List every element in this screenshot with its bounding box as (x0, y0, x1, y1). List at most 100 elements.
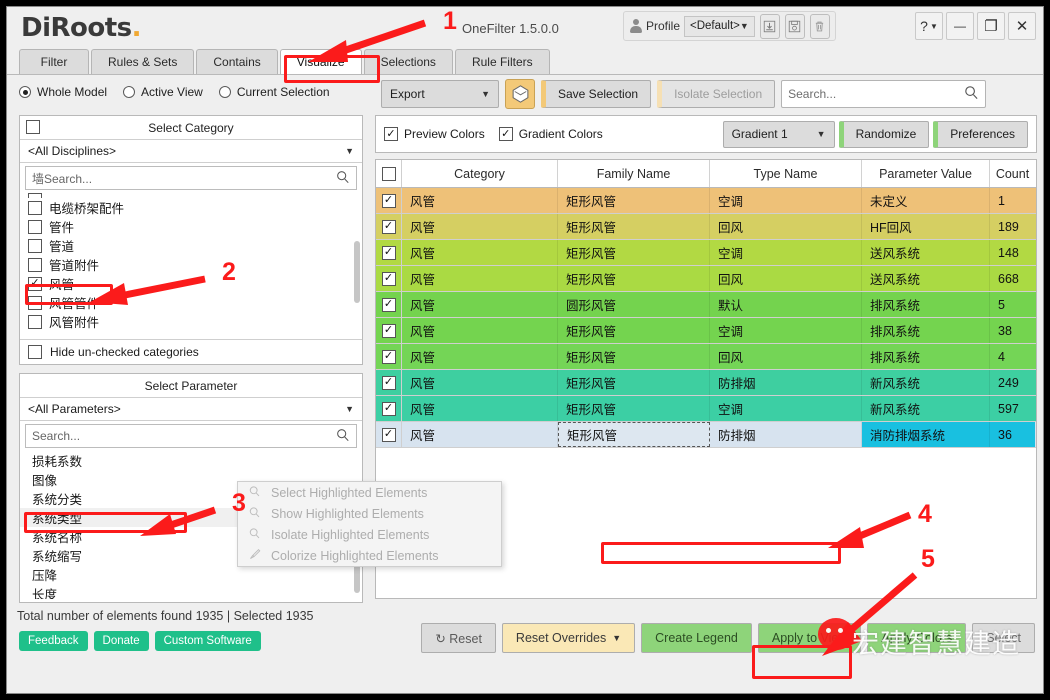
table-row[interactable]: ✓ 风管 矩形风管 回风 排风系统 4 (376, 344, 1036, 370)
table-header-type-name[interactable]: Type Name (710, 160, 862, 187)
tab-filter[interactable]: Filter (19, 49, 89, 74)
row-checkbox[interactable]: ✓ (382, 428, 396, 442)
radio-current-selection[interactable]: Current Selection (219, 85, 330, 99)
table-header-family-name[interactable]: Family Name (558, 160, 710, 187)
minimize-button[interactable]: — (946, 12, 974, 40)
search-input[interactable]: Search... (781, 80, 986, 108)
help-button[interactable]: ?▼ (915, 12, 943, 40)
menu-item-colorize-highlighted[interactable]: Colorize Highlighted Elements (238, 545, 501, 566)
table-row[interactable]: ✓ 风管 矩形风管 回风 HF回风 189 (376, 214, 1036, 240)
category-checkbox[interactable]: ✓ (28, 277, 42, 291)
row-checkbox-cell: ✓ (376, 318, 402, 343)
menu-item-isolate-highlighted[interactable]: Isolate Highlighted Elements (238, 524, 501, 545)
preferences-button[interactable]: Preferences (933, 121, 1028, 148)
search-icon (336, 428, 350, 445)
table-header-category[interactable]: Category (402, 160, 558, 187)
reset-overrides-button[interactable]: Reset Overrides▼ (502, 623, 635, 653)
select-all-rows-checkbox[interactable] (382, 167, 396, 181)
category-checkbox[interactable] (28, 239, 42, 253)
randomize-button[interactable]: Randomize (839, 121, 930, 148)
category-search-input[interactable]: 墙Search... (25, 166, 357, 190)
menu-item-select-highlighted[interactable]: Select Highlighted Elements (238, 482, 501, 503)
row-checkbox[interactable]: ✓ (382, 402, 396, 416)
feedback-button[interactable]: Feedback (19, 631, 88, 651)
table-row[interactable]: ✓ 风管 矩形风管 回风 送风系统 668 (376, 266, 1036, 292)
preview-colors-checkbox[interactable]: ✓ (384, 127, 398, 141)
category-checkbox[interactable] (28, 315, 42, 329)
discipline-dropdown[interactable]: <All Disciplines> ▼ (20, 140, 362, 163)
restore-button[interactable]: ❐ (977, 12, 1005, 40)
table-row[interactable]: ✓ 风管 矩形风管 空调 送风系统 148 (376, 240, 1036, 266)
table-header-parameter-value[interactable]: Parameter Value (862, 160, 990, 187)
save-profile-icon[interactable] (785, 14, 805, 39)
hide-unchecked-row[interactable]: Hide un-checked categories (20, 339, 362, 363)
category-list-item[interactable]: 管道 (20, 236, 362, 255)
table-row[interactable]: ✓ 风管 圆形风管 默认 排风系统 5 (376, 292, 1036, 318)
category-list-item[interactable]: 风管管件 (20, 293, 362, 312)
tab-rule-filters[interactable]: Rule Filters (455, 49, 550, 74)
annotation-number-1: 1 (443, 7, 457, 36)
select-all-categories-checkbox[interactable] (26, 120, 40, 134)
reset-button[interactable]: ↻ Reset (421, 623, 496, 653)
donate-button[interactable]: Donate (94, 631, 149, 651)
parameter-list-item[interactable]: 损耗系数 (20, 451, 362, 470)
close-button[interactable]: ✕ (1008, 12, 1036, 40)
row-checkbox[interactable]: ✓ (382, 272, 396, 286)
save-selection-button[interactable]: Save Selection (541, 80, 651, 108)
table-row[interactable]: ✓ 风管 矩形风管 空调 未定义 1 (376, 188, 1036, 214)
row-checkbox[interactable]: ✓ (382, 194, 396, 208)
tab-rules-sets[interactable]: Rules & Sets (91, 49, 194, 74)
category-list-item[interactable]: 管件 (20, 217, 362, 236)
custom-software-button[interactable]: Custom Software (155, 631, 261, 651)
tab-contains[interactable]: Contains (196, 49, 277, 74)
parameter-search-input[interactable]: Search... (25, 424, 357, 448)
row-checkbox[interactable]: ✓ (382, 376, 396, 390)
radio-whole-model[interactable]: Whole Model (19, 85, 107, 99)
radio-icon (19, 86, 31, 98)
create-legend-button[interactable]: Create Legend (641, 623, 752, 653)
gradient-dropdown[interactable]: Gradient 1 ▼ (723, 121, 835, 148)
hide-unchecked-checkbox[interactable] (28, 345, 42, 359)
parameter-list-item[interactable]: 压降 (20, 565, 362, 584)
table-row[interactable]: ✓ 风管 矩形风管 防排烟 新风系统 249 (376, 370, 1036, 396)
parameter-list-item[interactable]: 长度 (20, 584, 362, 599)
row-checkbox[interactable]: ✓ (382, 324, 396, 338)
row-family: 矩形风管 (558, 370, 710, 395)
preview-colors-toggle[interactable]: ✓ Preview Colors (384, 127, 485, 141)
row-count: 668 (990, 266, 1035, 291)
category-checkbox[interactable] (28, 201, 42, 215)
tab-visualize[interactable]: Visualize (280, 49, 362, 74)
table-row-selected[interactable]: ✓ 风管 矩形风管 防排烟 消防排烟系统 36 (376, 422, 1036, 448)
table-header-count[interactable]: Count (990, 160, 1035, 187)
tab-selections[interactable]: Selections (364, 49, 453, 74)
magnifier-icon (248, 527, 261, 543)
category-list-item[interactable]: 电缆桥架配件 (20, 198, 362, 217)
menu-item-show-highlighted[interactable]: Show Highlighted Elements (238, 503, 501, 524)
table-row[interactable]: ✓ 风管 矩形风管 空调 排风系统 38 (376, 318, 1036, 344)
gradient-colors-toggle[interactable]: ✓ Gradient Colors (499, 127, 603, 141)
export-dropdown[interactable]: Export ▼ (381, 80, 499, 108)
gradient-colors-checkbox[interactable]: ✓ (499, 127, 513, 141)
row-checkbox[interactable]: ✓ (382, 298, 396, 312)
category-list-item[interactable]: 管道附件 (20, 255, 362, 274)
import-profile-icon[interactable] (760, 14, 780, 39)
row-checkbox[interactable]: ✓ (382, 246, 396, 260)
radio-active-view[interactable]: Active View (123, 85, 203, 99)
table-row[interactable]: ✓ 风管 矩形风管 空调 新风系统 597 (376, 396, 1036, 422)
category-checkbox[interactable] (28, 258, 42, 272)
row-checkbox[interactable]: ✓ (382, 220, 396, 234)
profile-select[interactable]: <Default> ▼ (684, 16, 755, 37)
row-checkbox[interactable]: ✓ (382, 350, 396, 364)
category-list-item[interactable]: 风管附件 (20, 312, 362, 331)
category-checkbox[interactable] (28, 296, 42, 310)
category-list-scrollbar[interactable] (354, 241, 360, 303)
annotation-number-2: 2 (222, 258, 236, 287)
delete-profile-icon[interactable] (810, 14, 830, 39)
category-list-item-fengguan[interactable]: ✓风管 (20, 274, 362, 293)
hexagon-icon[interactable] (505, 79, 535, 109)
row-checkbox-cell: ✓ (376, 344, 402, 369)
category-checkbox[interactable] (28, 220, 42, 234)
parameter-filter-dropdown[interactable]: <All Parameters> ▼ (20, 398, 362, 421)
category-list[interactable]: 电缆桥架配件 管件 管道 管道附件 ✓风管 风管管件 风管附件 (20, 193, 362, 339)
row-type: 默认 (710, 292, 862, 317)
